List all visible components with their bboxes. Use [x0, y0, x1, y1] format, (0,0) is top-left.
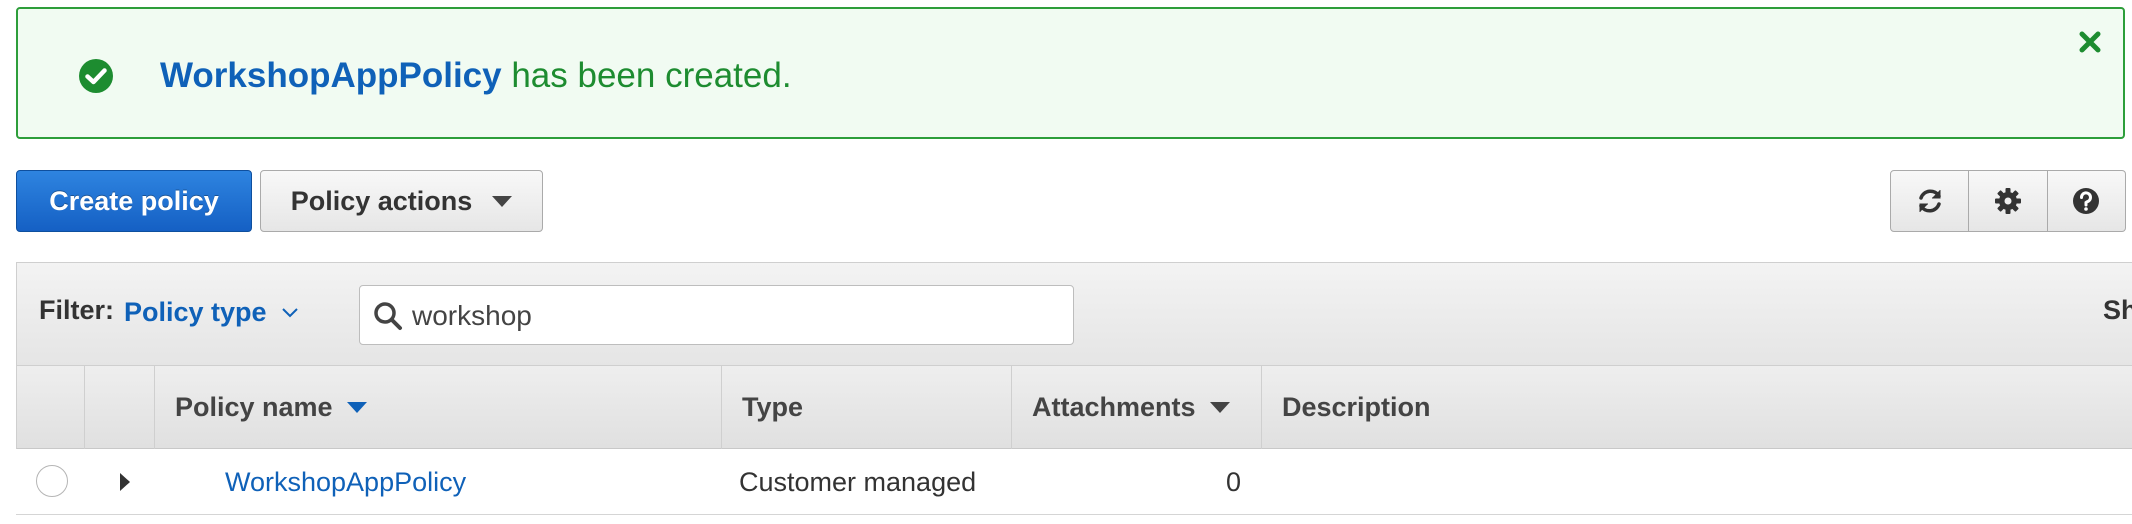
refresh-button[interactable] — [1890, 170, 1970, 232]
caret-down-icon — [492, 195, 513, 207]
close-icon[interactable] — [2075, 27, 2105, 57]
settings-button[interactable] — [1969, 170, 2048, 232]
policy-type-filter[interactable]: Policy type — [124, 297, 299, 328]
policy-actions-label: Policy actions — [290, 185, 473, 216]
column-header-policy-name[interactable]: Policy name — [155, 366, 722, 449]
search-input[interactable] — [410, 294, 1050, 338]
table-header: Policy name Type Attachments Description — [16, 365, 2132, 449]
policy-actions-button[interactable]: Policy actions — [260, 170, 543, 232]
column-header-label: Policy name — [175, 392, 333, 422]
table-row[interactable]: WorkshopAppPolicy Customer managed 0 — [16, 449, 2132, 515]
column-header-type[interactable]: Type — [722, 366, 1012, 449]
chevron-down-icon — [281, 307, 298, 317]
policy-type-label: Policy type — [124, 297, 267, 327]
create-policy-button[interactable]: Create policy — [16, 170, 252, 232]
gear-icon — [1994, 188, 2021, 214]
success-banner: WorkshopAppPolicy has been created. — [16, 7, 2125, 139]
column-header-label: Attachments — [1032, 392, 1196, 422]
search-box[interactable] — [359, 285, 1074, 345]
column-header-attachments[interactable]: Attachments — [1012, 366, 1262, 449]
banner-policy-link[interactable]: WorkshopAppPolicy — [160, 56, 502, 95]
filter-bar: Filter: Policy type Sh — [16, 262, 2132, 366]
check-circle-icon — [79, 59, 113, 93]
filter-label: Filter: — [39, 295, 115, 325]
banner-message: WorkshopAppPolicy has been created. — [160, 55, 792, 97]
help-icon — [2073, 188, 2100, 214]
attachments-cell: 0 — [1225, 467, 1241, 497]
column-header-label: Type — [742, 392, 804, 422]
sort-caret-icon — [1209, 402, 1230, 413]
policy-type-cell: Customer managed — [739, 467, 977, 497]
create-policy-label: Create policy — [49, 185, 219, 216]
sort-caret-icon — [346, 402, 367, 413]
refresh-icon — [1918, 189, 1941, 213]
select-column-header — [17, 366, 85, 449]
utility-buttons — [1890, 170, 2126, 232]
column-header-label: Description — [1282, 392, 1431, 422]
row-select-radio[interactable] — [36, 465, 68, 497]
expand-arrow-icon[interactable] — [120, 473, 130, 491]
help-button[interactable] — [2047, 170, 2126, 232]
policy-name-link[interactable]: WorkshopAppPolicy — [225, 466, 466, 498]
search-icon — [374, 302, 402, 330]
expand-column-header — [85, 366, 155, 449]
banner-message-text: has been created. — [501, 56, 792, 95]
show-label: Sh — [2103, 295, 2132, 325]
column-header-description[interactable]: Description — [1262, 366, 2132, 449]
